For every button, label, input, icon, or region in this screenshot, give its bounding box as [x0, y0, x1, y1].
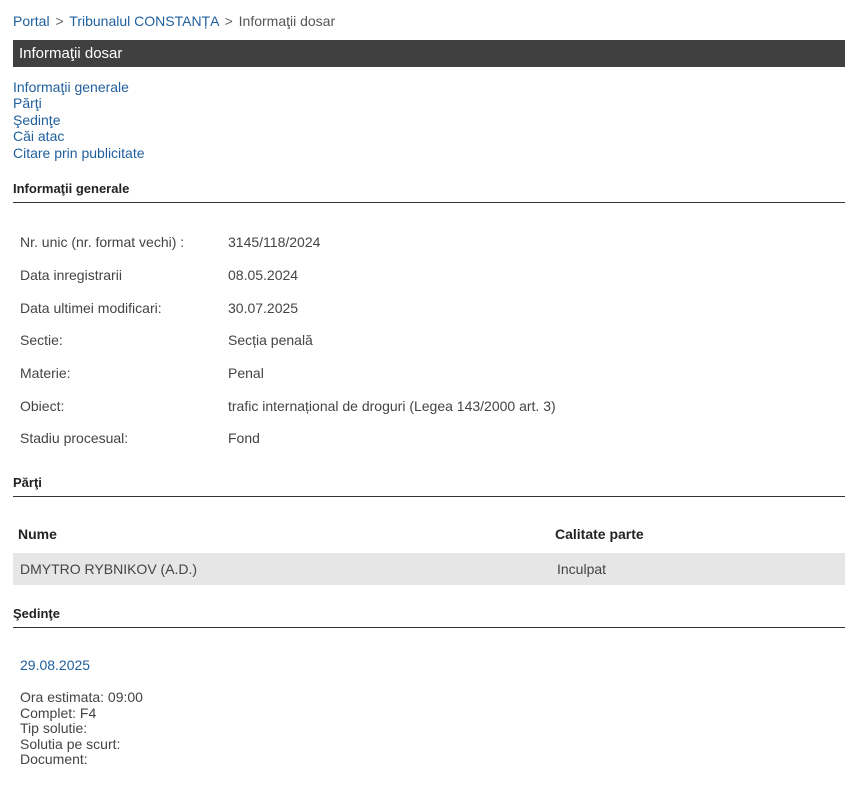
breadcrumb-separator: >: [224, 13, 233, 29]
info-label: Obiect:: [20, 398, 65, 414]
party-name: DMYTRO RYBNIKOV (A.D.): [20, 561, 198, 577]
table-row: DMYTRO RYBNIKOV (A.D.) Inculpat: [13, 553, 845, 585]
info-value: Secția penală: [228, 332, 313, 348]
info-value: trafic internațional de droguri (Legea 1…: [228, 398, 556, 414]
section-heading-hearings: Şedinţe: [13, 606, 845, 628]
breadcrumb-current: Informaţii dosar: [238, 13, 336, 29]
section-heading-general-info: Informaţii generale: [13, 181, 845, 203]
breadcrumb-portal-link[interactable]: Portal: [13, 13, 50, 29]
hearing-panel: Complet: F4: [20, 704, 97, 721]
info-value: Penal: [228, 365, 264, 381]
parties-table-header: Nume Calitate parte: [13, 526, 845, 546]
info-label: Stadiu procesual:: [20, 430, 129, 446]
page: Portal > Tribunalul CONSTANȚA > Informaţ…: [0, 0, 855, 790]
hearing-solution-type: Tip solutie:: [20, 720, 88, 737]
info-value: 08.05.2024: [228, 267, 299, 283]
info-value: Fond: [228, 430, 260, 446]
page-title-bar: Informaţii dosar: [13, 40, 845, 67]
breadcrumb-court-link[interactable]: Tribunalul CONSTANȚA: [69, 13, 218, 29]
hearing-date: 29.08.2025: [20, 657, 91, 673]
info-value: 30.07.2025: [228, 300, 299, 316]
hearing-estimated-time: Ora estimata: 09:00: [20, 689, 143, 705]
nav-link-appeals[interactable]: Căi atac: [13, 128, 64, 144]
info-label: Sectie:: [20, 332, 63, 348]
hearing-details: Ora estimata: 09:00 Complet: F4 Tip solu…: [20, 689, 143, 768]
nav-link-hearings[interactable]: Şedinţe: [13, 112, 60, 128]
hearing-document: Document:: [20, 751, 88, 768]
nav-link-parties[interactable]: Părţi: [13, 95, 42, 111]
nav-link-general-info[interactable]: Informaţii generale: [13, 79, 129, 95]
hearing-solution-summary: Solutia pe scurt:: [20, 735, 121, 752]
breadcrumb-separator: >: [55, 13, 64, 29]
info-label: Data ultimei modificari:: [20, 300, 162, 316]
section-heading-parties: Părţi: [13, 475, 845, 497]
info-label: Nr. unic (nr. format vechi) :: [20, 234, 185, 250]
breadcrumb: Portal > Tribunalul CONSTANȚA > Informaţ…: [13, 13, 335, 29]
column-header-name: Nume: [18, 526, 57, 542]
nav-link-public-summons[interactable]: Citare prin publicitate: [13, 145, 145, 161]
info-label: Data inregistrarii: [20, 267, 122, 283]
info-value: 3145/118/2024: [228, 234, 321, 250]
quick-nav: Informaţii generale Părţi Şedinţe Căi at…: [13, 79, 145, 161]
party-role: Inculpat: [557, 561, 607, 577]
info-label: Materie:: [20, 365, 71, 381]
page-title: Informaţii dosar: [19, 45, 123, 62]
column-header-role: Calitate parte: [555, 526, 644, 542]
